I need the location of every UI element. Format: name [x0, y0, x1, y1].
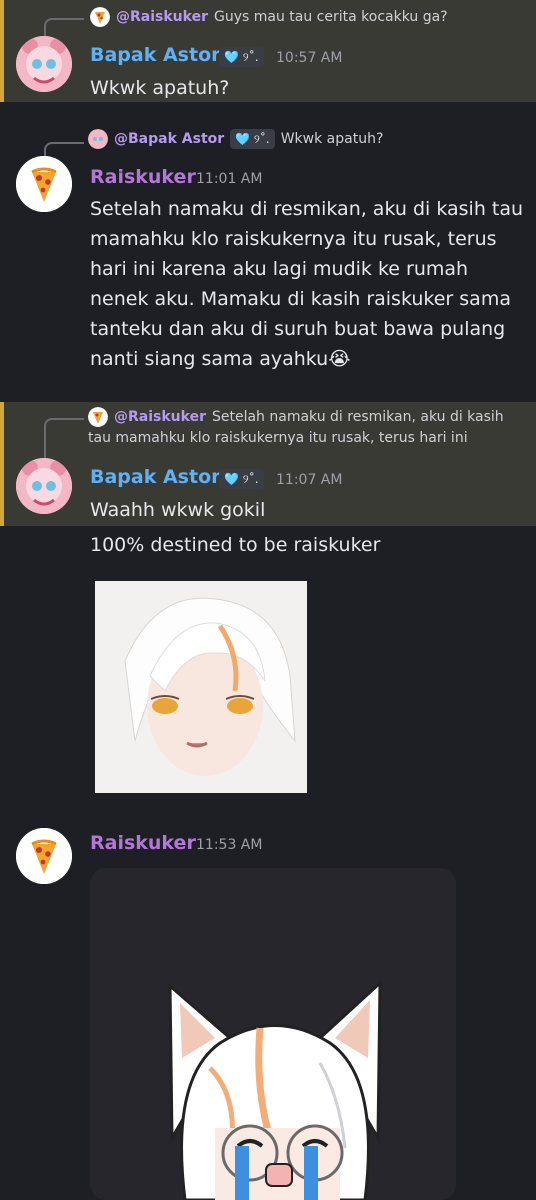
- timestamp: 11:01 AM: [196, 171, 263, 187]
- message-line: Wkwk apatuh?: [90, 77, 230, 99]
- author-name[interactable]: Bapak Astor: [90, 44, 221, 66]
- avatar[interactable]: [16, 458, 72, 514]
- message-line: mamahku klo raiskukernya itu rusak, teru…: [90, 228, 497, 250]
- avatar[interactable]: [16, 36, 72, 92]
- message-text-continued[interactable]: 100% destined to be raiskuker: [90, 530, 380, 560]
- reply-text: Setelah namaku di resmikan, aku di kasih: [211, 409, 504, 425]
- role-badge[interactable]: 🩵 ୨˚.: [219, 469, 264, 489]
- message-2: @Bapak Astor 🩵 ୨˚. Wkwk apatuh? Raiskuke…: [0, 124, 536, 394]
- raiskuker-avatar-icon: [16, 156, 72, 212]
- message-3: @Raiskuker Setelah namaku di resmikan, a…: [0, 402, 536, 526]
- raiskuker-mini-avatar-icon: [88, 407, 108, 427]
- reply-connector: [44, 418, 84, 460]
- message-line: tanteku dan aku di suruh buat bawa pulan…: [90, 318, 506, 340]
- message-line: hari ini karena aku lagi mudik ke rumah: [90, 258, 469, 280]
- author-name[interactable]: Raiskuker: [90, 832, 196, 854]
- reply-author[interactable]: @Bapak Astor: [114, 131, 224, 147]
- message-line: nenek aku. Mamaku di kasih raiskuker sam…: [90, 288, 511, 310]
- reply-author[interactable]: @Raiskuker: [116, 9, 208, 25]
- reply-author[interactable]: @Raiskuker: [114, 409, 206, 425]
- cat-ear-character-image: [90, 868, 456, 1200]
- bapak-astor-mini-avatar-icon: [88, 129, 108, 149]
- message-line: Setelah namaku di resmikan, aku di kasih…: [90, 198, 524, 220]
- raiskuker-avatar-icon: [16, 828, 72, 884]
- reply-text: Wkwk apatuh?: [280, 131, 384, 147]
- reply-text-continued: tau mamahku klo raiskukernya itu rusak, …: [88, 430, 468, 446]
- timestamp: 10:57 AM: [276, 50, 343, 66]
- anime-character-image: [95, 581, 307, 793]
- reply-preview[interactable]: @Raiskuker Setelah namaku di resmikan, a…: [88, 407, 504, 446]
- role-badge[interactable]: 🩵 ୨˚.: [230, 129, 275, 149]
- message-text[interactable]: Setelah namaku di resmikan, aku di kasih…: [90, 194, 523, 374]
- timestamp: 11:53 AM: [196, 837, 263, 853]
- role-badge[interactable]: 🩵 ୨˚.: [219, 47, 264, 67]
- avatar[interactable]: [16, 828, 72, 884]
- message-4: Raiskuker 11:53 AM: [0, 820, 536, 1200]
- message-text[interactable]: Waahh wkwk gokil: [90, 495, 265, 525]
- bapak-astor-avatar-icon: [16, 458, 72, 514]
- bapak-astor-avatar-icon: [16, 36, 72, 92]
- message-text[interactable]: Wkwk apatuh?: [90, 73, 229, 103]
- message-line: Waahh wkwk gokil: [90, 499, 266, 521]
- message-line: nanti siang sama ayahku😭: [90, 348, 351, 370]
- author-name[interactable]: Bapak Astor: [90, 466, 221, 488]
- author-name[interactable]: Raiskuker: [90, 166, 196, 188]
- timestamp: 11:07 AM: [276, 472, 343, 488]
- image-attachment[interactable]: [90, 868, 456, 1200]
- reply-preview[interactable]: @Raiskuker Guys mau tau cerita kocakku g…: [90, 7, 448, 27]
- image-attachment[interactable]: [95, 581, 307, 793]
- reply-text: Guys mau tau cerita kocakku ga?: [213, 9, 448, 25]
- avatar[interactable]: [16, 156, 72, 212]
- raiskuker-mini-avatar-icon: [90, 7, 110, 27]
- reply-preview[interactable]: @Bapak Astor 🩵 ୨˚. Wkwk apatuh?: [88, 129, 383, 149]
- message-1: @Raiskuker Guys mau tau cerita kocakku g…: [0, 0, 536, 102]
